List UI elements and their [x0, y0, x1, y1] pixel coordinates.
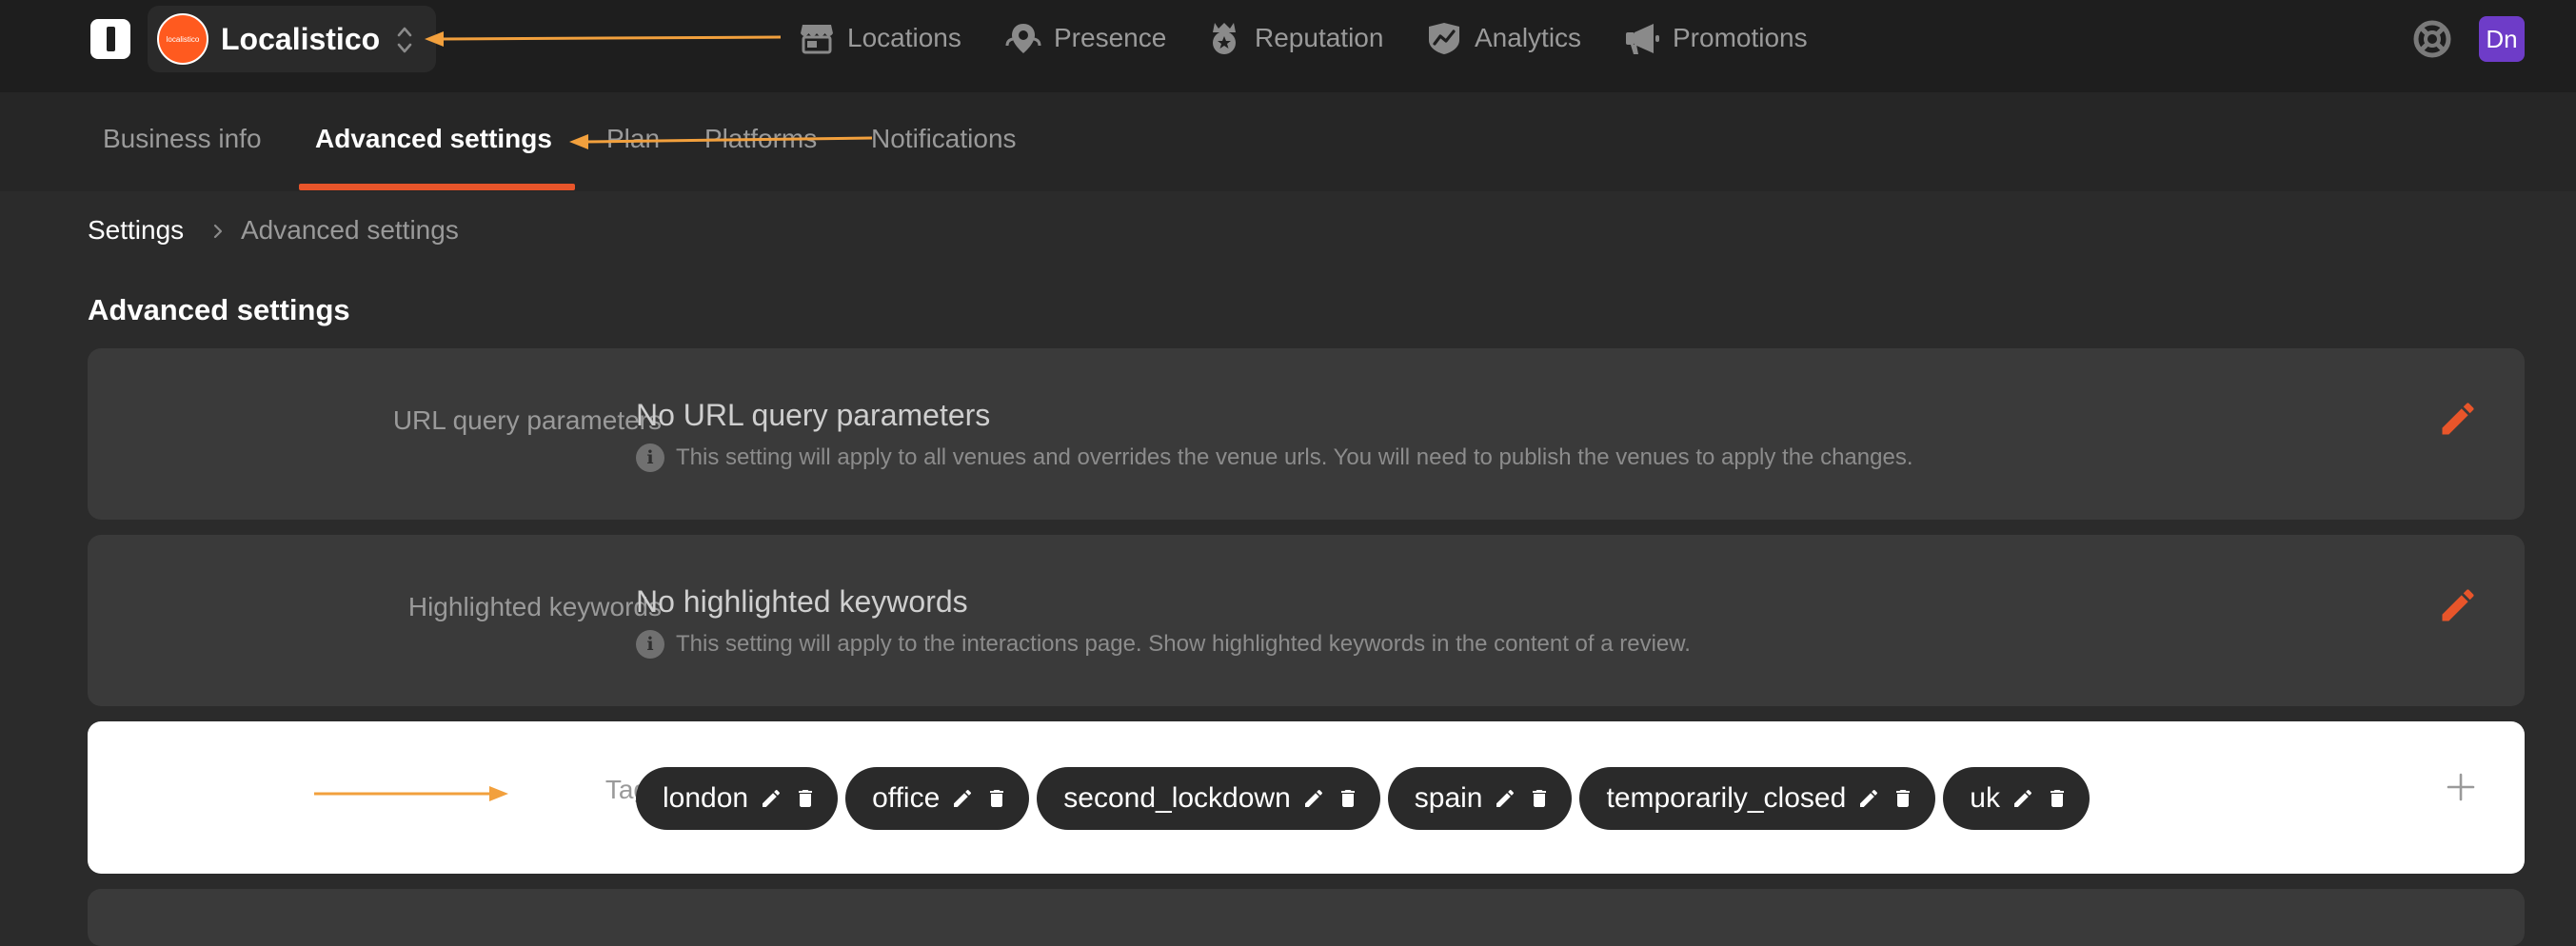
settings-subnav: Business info Advanced settings Plan Pla… [0, 92, 2576, 191]
info-icon: i [636, 630, 664, 659]
trash-icon[interactable] [794, 787, 817, 810]
localistico-logo-icon[interactable] [90, 19, 130, 59]
nav-item-label: Promotions [1673, 23, 1808, 52]
pencil-icon[interactable] [2011, 787, 2034, 810]
tag-chip[interactable]: uk [1943, 767, 2090, 830]
nav-item-presence[interactable]: Presence [1004, 0, 1166, 76]
add-tag-button[interactable] [2445, 771, 2477, 803]
tab-advanced-settings[interactable]: Advanced settings [315, 92, 552, 191]
business-name: Localistico [221, 22, 381, 56]
tag-chip[interactable]: london [636, 767, 839, 830]
tag-label: spain [1414, 782, 1483, 814]
setting-hint-text: This setting will apply to all venues an… [676, 444, 1913, 470]
top-navigation-bar: localistico Localistico Locations Presen… [0, 0, 2576, 92]
chart-shield-icon [1429, 23, 1459, 54]
trash-icon[interactable] [2046, 787, 2069, 810]
tag-chip[interactable]: spain [1387, 767, 1573, 830]
setting-hint-text: This setting will apply to the interacti… [676, 631, 1691, 657]
setting-value: No highlighted keywords [636, 584, 968, 619]
pencil-icon[interactable] [760, 787, 783, 810]
chevron-up-down-icon [397, 27, 412, 53]
info-icon: i [636, 443, 664, 472]
tag-chip[interactable]: temporarily_closed [1579, 767, 1936, 830]
tag-chip[interactable]: office [845, 767, 1030, 830]
tag-label: temporarily_closed [1606, 782, 1847, 814]
trash-icon[interactable] [985, 787, 1008, 810]
chevron-right-icon [213, 224, 223, 239]
tab-notifications[interactable]: Notifications [871, 92, 1017, 191]
store-icon [801, 25, 833, 54]
tags-card: Tags london office second_lockdown spain [88, 721, 2525, 874]
highlighted-keywords-card: Highlighted keywords No highlighted keyw… [88, 535, 2525, 706]
badge-icon [1213, 23, 1236, 54]
setting-label: Highlighted keywords [407, 592, 662, 621]
url-query-parameters-card: URL query parameters No URL query parame… [88, 348, 2525, 520]
location-pin-icon [1005, 24, 1041, 53]
pencil-icon[interactable] [1857, 787, 1880, 810]
edit-url-parameters-button[interactable] [2437, 398, 2479, 440]
tag-chip[interactable]: second_lockdown [1037, 767, 1380, 830]
business-switcher[interactable]: localistico Localistico [148, 6, 436, 72]
nav-item-promotions[interactable]: Promotions [1623, 0, 1808, 76]
setting-hint: i This setting will apply to all venues … [636, 443, 1912, 472]
business-avatar: localistico [157, 13, 208, 65]
pencil-icon[interactable] [1494, 787, 1516, 810]
trash-icon[interactable] [1528, 787, 1551, 810]
setting-value: No URL query parameters [636, 398, 991, 432]
tag-label: second_lockdown [1063, 782, 1291, 814]
setting-label: URL query parameters [392, 405, 662, 435]
tag-label: office [872, 782, 941, 814]
pencil-icon[interactable] [951, 787, 974, 810]
nav-item-locations[interactable]: Locations [798, 0, 961, 76]
trash-icon[interactable] [1337, 787, 1359, 810]
nav-item-label: Reputation [1255, 23, 1384, 52]
nav-item-label: Analytics [1475, 23, 1582, 52]
tab-business-info[interactable]: Business info [103, 92, 262, 191]
help-lifebuoy-icon[interactable] [2412, 19, 2452, 59]
active-tab-indicator [299, 184, 575, 190]
nav-item-label: Locations [847, 23, 961, 52]
nav-item-reputation[interactable]: Reputation [1205, 0, 1383, 76]
edit-keywords-button[interactable] [2437, 584, 2479, 626]
user-avatar[interactable]: Dn [2479, 16, 2525, 62]
tag-label: uk [1970, 782, 2000, 814]
breadcrumb-current: Advanced settings [241, 215, 459, 245]
nav-item-analytics[interactable]: Analytics [1425, 0, 1581, 76]
trash-icon[interactable] [1892, 787, 1914, 810]
nav-item-label: Presence [1054, 23, 1167, 52]
breadcrumb-settings-link[interactable]: Settings [88, 215, 184, 246]
tab-plan[interactable]: Plan [606, 92, 660, 191]
page-title: Advanced settings [88, 293, 350, 326]
next-setting-card [88, 889, 2525, 946]
setting-hint: i This setting will apply to the interac… [636, 630, 1691, 659]
tag-label: london [663, 782, 749, 814]
tab-platforms[interactable]: Platforms [704, 92, 817, 191]
megaphone-icon [1626, 24, 1659, 54]
pencil-icon[interactable] [1302, 787, 1325, 810]
tags-list: london office second_lockdown spain temp… [636, 767, 2090, 830]
